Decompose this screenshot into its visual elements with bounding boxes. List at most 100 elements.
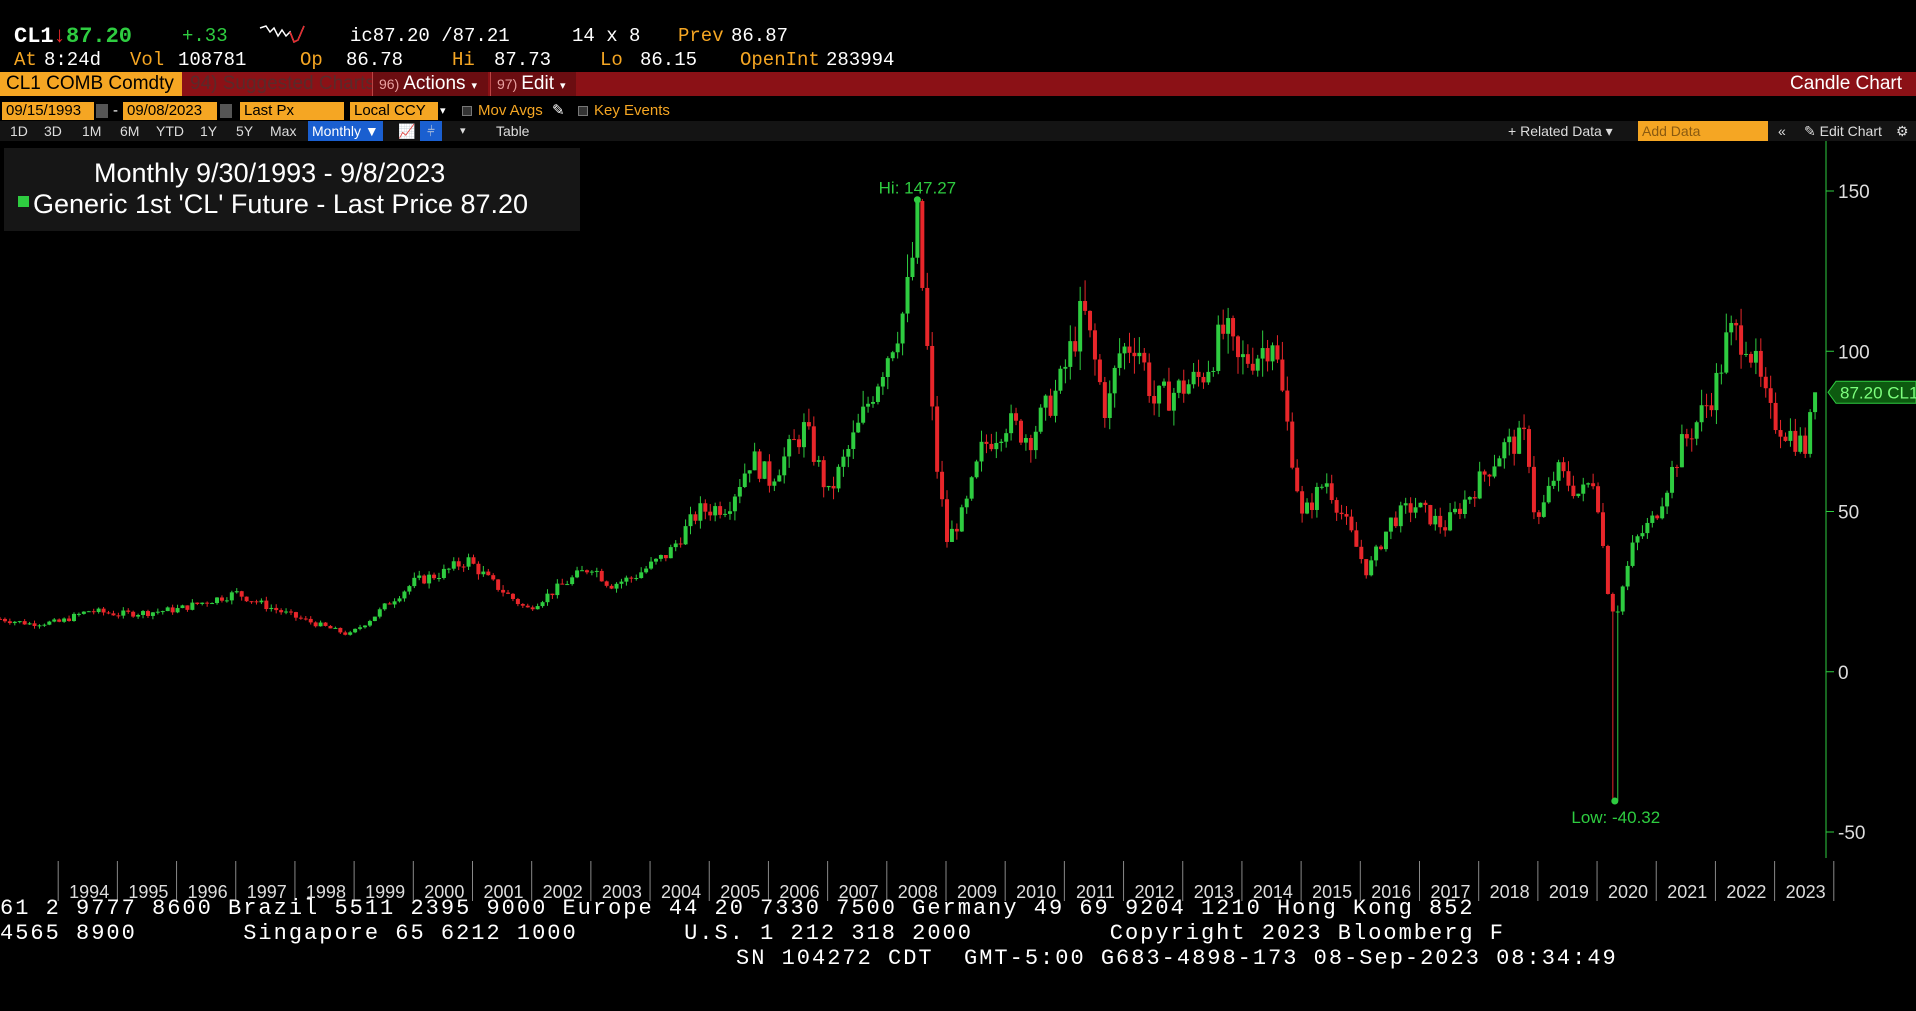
candle-body <box>1763 376 1768 389</box>
start-date-input[interactable]: 09/15/1993 <box>2 102 94 120</box>
security-field[interactable]: CL1 COMB Comdty <box>0 72 182 96</box>
candle-body <box>1665 492 1670 507</box>
low-value: 86.15 <box>640 49 698 71</box>
candle-body <box>1477 471 1482 499</box>
collapse-icon[interactable]: « <box>1778 121 1786 141</box>
suggested-charts-number: 94) <box>190 73 218 94</box>
frequency-select[interactable]: Monthly ▼ <box>308 121 383 141</box>
candle-body <box>1117 353 1122 368</box>
vol-label: Vol <box>130 49 165 71</box>
candle-body <box>387 603 392 605</box>
candle-body <box>1408 503 1413 513</box>
candle-body <box>200 602 205 604</box>
period-6m-button[interactable]: 6M <box>120 121 139 141</box>
candle-body <box>1305 502 1310 514</box>
candle-body <box>900 313 905 344</box>
candle-body <box>106 612 111 614</box>
period-ytd-button[interactable]: YTD <box>156 121 184 141</box>
candle-body <box>259 600 264 603</box>
candle-body <box>535 606 540 610</box>
candle-body <box>210 603 215 605</box>
calendar-icon[interactable] <box>96 104 108 118</box>
candle-body <box>589 571 594 573</box>
period-toolbar: 1D 3D 1M 6M YTD 1Y 5Y Max Monthly ▼ 📈 ⫩ … <box>0 121 1916 141</box>
mov-avgs-toggle[interactable]: Mov Avgs <box>462 102 543 120</box>
candle-body <box>1275 345 1280 360</box>
candle-body <box>91 611 96 613</box>
period-1y-button[interactable]: 1Y <box>200 121 217 141</box>
edit-menu-button[interactable]: 97) Edit ▾ <box>490 72 576 96</box>
candle-body <box>930 345 935 407</box>
candle-chart-icon[interactable]: ⫩ <box>420 121 442 141</box>
candle-body <box>165 607 170 612</box>
add-data-input[interactable]: Add Data <box>1638 121 1768 141</box>
suggested-charts-button[interactable]: 94) Suggested Charts <box>184 72 375 96</box>
candle-body <box>1536 512 1541 517</box>
candle-body <box>471 557 476 564</box>
candle-body <box>1018 420 1023 443</box>
candle-body <box>1556 462 1561 481</box>
candle-body <box>86 611 91 613</box>
candle-body <box>81 611 86 614</box>
chart-legend[interactable]: Monthly 9/30/1993 - 9/8/2023 Generic 1st… <box>4 148 580 231</box>
period-1m-button[interactable]: 1M <box>82 121 101 141</box>
caret-down-icon[interactable]: ▾ <box>460 121 466 141</box>
candle-body <box>1724 332 1729 373</box>
table-button[interactable]: Table <box>496 121 529 141</box>
low-label: Lo <box>600 49 623 71</box>
candle-body <box>540 602 545 607</box>
line-chart-icon[interactable]: 📈 <box>398 121 415 141</box>
candle-body <box>1240 354 1245 358</box>
candle-body <box>1684 434 1689 439</box>
key-events-toggle[interactable]: Key Events <box>578 102 670 120</box>
candle-body <box>1216 324 1221 371</box>
period-1d-button[interactable]: 1D <box>10 121 28 141</box>
currency-select[interactable]: Local CCY <box>350 102 438 120</box>
candle-body <box>224 600 229 602</box>
candle-body <box>515 598 520 605</box>
candle-body <box>1344 514 1349 517</box>
candle-body <box>1462 499 1467 514</box>
related-data-menu[interactable]: + Related Data ▾ <box>1508 121 1613 141</box>
candle-body <box>683 526 688 545</box>
candle-body <box>205 602 210 604</box>
field-select[interactable]: Last Px <box>240 102 344 120</box>
candle-body <box>1157 385 1162 404</box>
candle-body <box>575 570 580 578</box>
candle-chart[interactable]: 150100500-501994 1995 1996 1997 1998 1999 2000… <box>0 141 1916 901</box>
edit-chart-button[interactable]: ✎ Edit Chart <box>1804 121 1882 141</box>
candle-body <box>1517 427 1522 454</box>
period-max-button[interactable]: Max <box>270 121 296 141</box>
candle-body <box>303 618 308 620</box>
caret-down-icon[interactable]: ▾ <box>440 102 446 120</box>
chart-settings-row: 09/15/1993 - 09/08/2023 Last Px Local CC… <box>0 100 1916 122</box>
candle-body <box>1349 516 1354 531</box>
candle-body <box>150 612 155 616</box>
period-3d-button[interactable]: 3D <box>44 121 62 141</box>
calendar-icon[interactable] <box>220 104 232 118</box>
candle-body <box>1453 508 1458 513</box>
candle-body <box>180 605 185 609</box>
gear-icon[interactable]: ⚙ <box>1896 121 1909 141</box>
candle-body <box>481 571 486 575</box>
ticker[interactable]: CL1 <box>14 24 54 49</box>
open-interest-label: OpenInt <box>740 49 820 71</box>
candle-body <box>530 607 535 610</box>
candle-body <box>1541 502 1546 517</box>
candle-body <box>856 422 861 433</box>
candle-body <box>279 610 284 613</box>
actions-label: Actions <box>403 73 466 94</box>
pencil-icon[interactable]: ✎ <box>552 102 565 120</box>
candle-body <box>599 570 604 582</box>
actions-menu-button[interactable]: 96) Actions ▾ <box>372 72 488 96</box>
candle-body <box>1813 392 1818 413</box>
candle-body <box>846 448 851 457</box>
candle-body <box>1329 483 1334 501</box>
candle-body <box>175 608 180 613</box>
end-date-input[interactable]: 09/08/2023 <box>123 102 217 120</box>
candle-body <box>1576 493 1581 497</box>
candle-body <box>649 561 654 569</box>
period-5y-button[interactable]: 5Y <box>236 121 253 141</box>
candle-body <box>1250 363 1255 371</box>
candle-body <box>506 592 511 594</box>
